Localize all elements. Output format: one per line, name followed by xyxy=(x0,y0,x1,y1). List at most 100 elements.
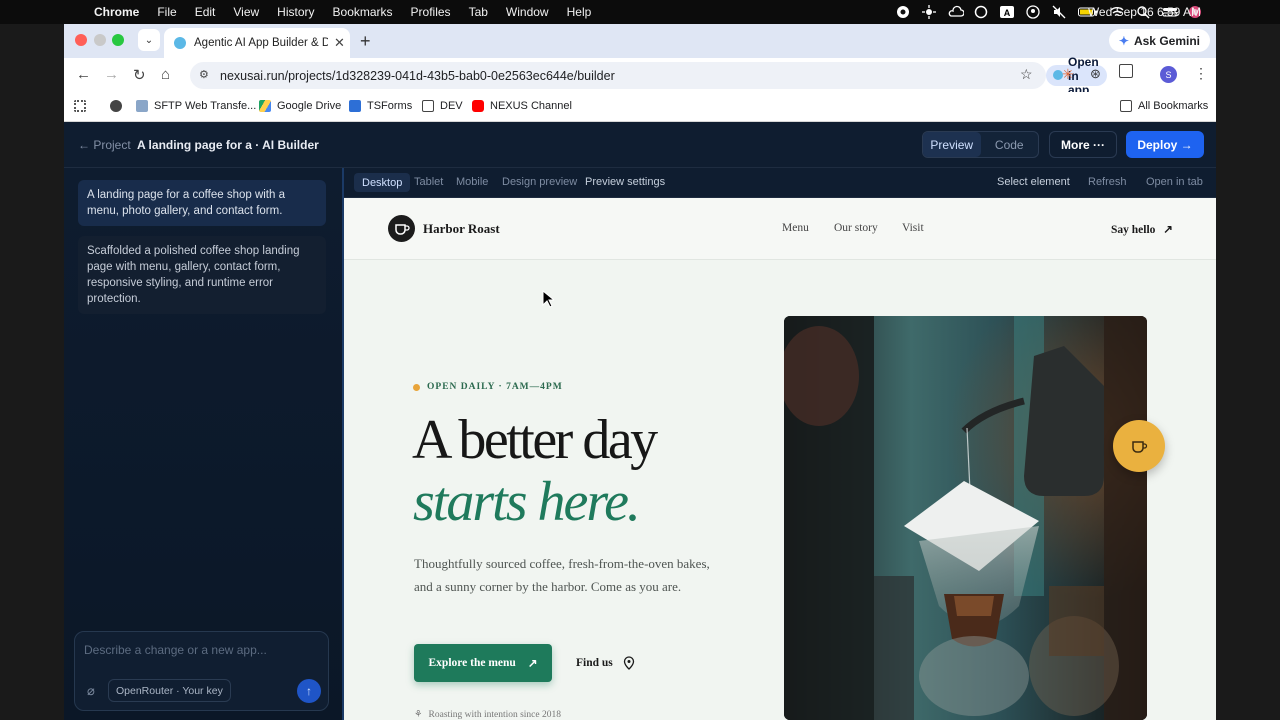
menu-help[interactable]: Help xyxy=(567,5,592,19)
preview-tab[interactable]: Preview xyxy=(923,132,981,157)
refresh-button[interactable]: Refresh xyxy=(1088,176,1127,188)
bookmark-dev[interactable]: DEV xyxy=(422,100,463,112)
cloud-icon[interactable] xyxy=(948,5,965,19)
paperclip-icon[interactable]: ⌀ xyxy=(87,683,95,699)
deploy-button[interactable]: Deploy → xyxy=(1126,131,1204,158)
tab-strip: ⌄ Agentic AI App Builder & Dep ✕ + ✦ Ask… xyxy=(64,24,1216,58)
bookmarks-bar: SFTP Web Transfe... Google Drive TSForms… xyxy=(64,92,1216,122)
back-to-project-link[interactable]: ← Project xyxy=(78,138,131,152)
bookmark-nexus-label: NEXUS Channel xyxy=(490,100,572,112)
menu-window[interactable]: Window xyxy=(506,5,549,19)
device-tablet[interactable]: Tablet xyxy=(414,176,443,188)
footnote-label: Roasting with intention since 2018 xyxy=(428,710,561,720)
site-brand[interactable]: Harbor Roast xyxy=(423,221,500,237)
explore-menu-button[interactable]: Explore the menu ↗ xyxy=(414,644,552,682)
tsforms-icon xyxy=(349,100,361,112)
all-bookmarks-label: All Bookmarks xyxy=(1138,100,1209,112)
menu-edit[interactable]: Edit xyxy=(195,5,216,19)
device-mobile[interactable]: Mobile xyxy=(456,176,488,188)
minimize-window-button[interactable] xyxy=(94,34,106,46)
say-hello-link[interactable]: Say hello ↗ xyxy=(1111,222,1173,236)
record-icon[interactable] xyxy=(896,5,910,19)
mouse-cursor-icon xyxy=(542,290,554,308)
globe-icon[interactable] xyxy=(110,100,128,112)
openai-extension-icon[interactable]: ⊛ xyxy=(1090,66,1101,82)
site-nav-our-story[interactable]: Our story xyxy=(834,222,878,234)
explore-menu-label: Explore the menu xyxy=(428,657,516,669)
bookmark-star-icon[interactable]: ☆ xyxy=(1020,66,1033,83)
favicon-icon xyxy=(174,37,186,49)
model-selector[interactable]: OpenRouter · Your key xyxy=(108,679,231,702)
back-arrow-icon[interactable]: ← xyxy=(76,66,91,83)
menu-tab[interactable]: Tab xyxy=(469,5,488,19)
maximize-window-button[interactable] xyxy=(112,34,124,46)
builder-app: ← Project A landing page for a · AI Buil… xyxy=(64,122,1216,720)
menubar-clock[interactable]: Wed Sep 16 6:59 AM xyxy=(1088,5,1201,19)
coffee-cup-logo-icon[interactable] xyxy=(388,215,415,242)
site-nav-visit[interactable]: Visit xyxy=(902,222,924,234)
browser-menu-icon[interactable]: ⋮ xyxy=(1194,65,1208,82)
chat-composer: ⌀ OpenRouter · Your key ↑ xyxy=(74,631,329,711)
menu-file[interactable]: File xyxy=(157,5,176,19)
bookmark-tsforms-label: TSForms xyxy=(367,100,413,112)
browser-toolbar: ← → ↻ ⌂ ⚙ nexusai.run/projects/1d328239-… xyxy=(64,55,1216,97)
close-window-button[interactable] xyxy=(75,34,87,46)
screen: Chrome File Edit View History Bookmarks … xyxy=(0,0,1280,720)
prompt-input[interactable] xyxy=(84,640,318,660)
menu-profiles[interactable]: Profiles xyxy=(411,5,451,19)
project-title: A landing page for a · AI Builder xyxy=(137,138,319,152)
assistant-message: Scaffolded a polished coffee shop landin… xyxy=(78,236,326,314)
mute-icon[interactable] xyxy=(1052,5,1066,19)
menu-app-name[interactable]: Chrome xyxy=(94,5,139,19)
tab-search-chevron-icon[interactable]: ⌄ xyxy=(138,29,160,51)
tab-active[interactable]: Agentic AI App Builder & Dep ✕ xyxy=(164,28,350,58)
preview-toolbar: Desktop Tablet Mobile Design preview Pre… xyxy=(344,168,1216,198)
folder-icon xyxy=(1120,100,1132,112)
user-message: A landing page for a coffee shop with a … xyxy=(78,180,326,226)
code-tab[interactable]: Code xyxy=(981,132,1039,157)
bookmark-google-drive[interactable]: Google Drive xyxy=(259,100,341,112)
chat-sidebar: A landing page for a coffee shop with a … xyxy=(64,168,342,720)
hero-headline-line1: A better day xyxy=(412,409,658,471)
design-preview-tab[interactable]: Design preview xyxy=(502,176,577,188)
new-tab-icon[interactable]: + xyxy=(360,31,371,52)
claude-extension-icon[interactable]: ✳ xyxy=(1062,66,1074,83)
openai-icon[interactable] xyxy=(974,5,988,19)
more-button[interactable]: More ··· xyxy=(1049,131,1117,158)
arrow-up-right-icon: ↗ xyxy=(527,658,538,670)
open-in-tab-button[interactable]: Open in tab xyxy=(1146,176,1203,188)
bookmark-nexus-channel[interactable]: NEXUS Channel xyxy=(472,100,572,112)
site-nav: Harbor Roast Menu Our story Visit Say he… xyxy=(344,198,1216,260)
home-icon[interactable]: ⌂ xyxy=(161,66,170,83)
menu-view[interactable]: View xyxy=(233,5,259,19)
reload-icon[interactable]: ↻ xyxy=(133,66,146,84)
profile-avatar[interactable]: S xyxy=(1160,66,1177,83)
site-info-icon[interactable]: ⚙ xyxy=(199,68,209,81)
menu-history[interactable]: History xyxy=(277,5,314,19)
forward-arrow-icon[interactable]: → xyxy=(104,66,119,83)
find-us-link[interactable]: Find us xyxy=(576,656,635,670)
all-bookmarks[interactable]: All Bookmarks xyxy=(1120,100,1208,112)
input-source-icon[interactable]: A xyxy=(1000,5,1014,19)
svg-text:A: A xyxy=(1004,8,1011,18)
bookmark-tsforms[interactable]: TSForms xyxy=(349,100,412,112)
app-header: ← Project A landing page for a · AI Buil… xyxy=(64,122,1216,168)
find-us-label: Find us xyxy=(576,657,613,669)
select-element-button[interactable]: Select element xyxy=(997,176,1070,188)
apps-grid-icon[interactable] xyxy=(74,100,92,112)
send-button[interactable]: ↑ xyxy=(297,679,321,703)
ask-gemini-button[interactable]: ✦ Ask Gemini xyxy=(1108,29,1210,52)
bookmark-sftp[interactable]: SFTP Web Transfe... xyxy=(136,100,256,112)
address-bar[interactable]: ⚙ nexusai.run/projects/1d328239-041d-43b… xyxy=(190,55,1107,97)
sun-icon[interactable] xyxy=(922,5,936,19)
close-tab-icon[interactable]: ✕ xyxy=(334,35,345,51)
menu-bookmarks[interactable]: Bookmarks xyxy=(333,5,393,19)
extensions-puzzle-icon[interactable] xyxy=(1119,64,1133,78)
device-desktop[interactable]: Desktop xyxy=(354,173,411,192)
coffee-badge xyxy=(1113,420,1165,472)
preview-settings-tab[interactable]: Preview settings xyxy=(585,176,665,188)
url-text: nexusai.run/projects/1d328239-041d-43b5-… xyxy=(220,68,615,83)
site-nav-menu[interactable]: Menu xyxy=(782,222,809,234)
user-icon[interactable] xyxy=(1026,5,1040,19)
sparkle-icon: ⚘ xyxy=(414,710,423,720)
